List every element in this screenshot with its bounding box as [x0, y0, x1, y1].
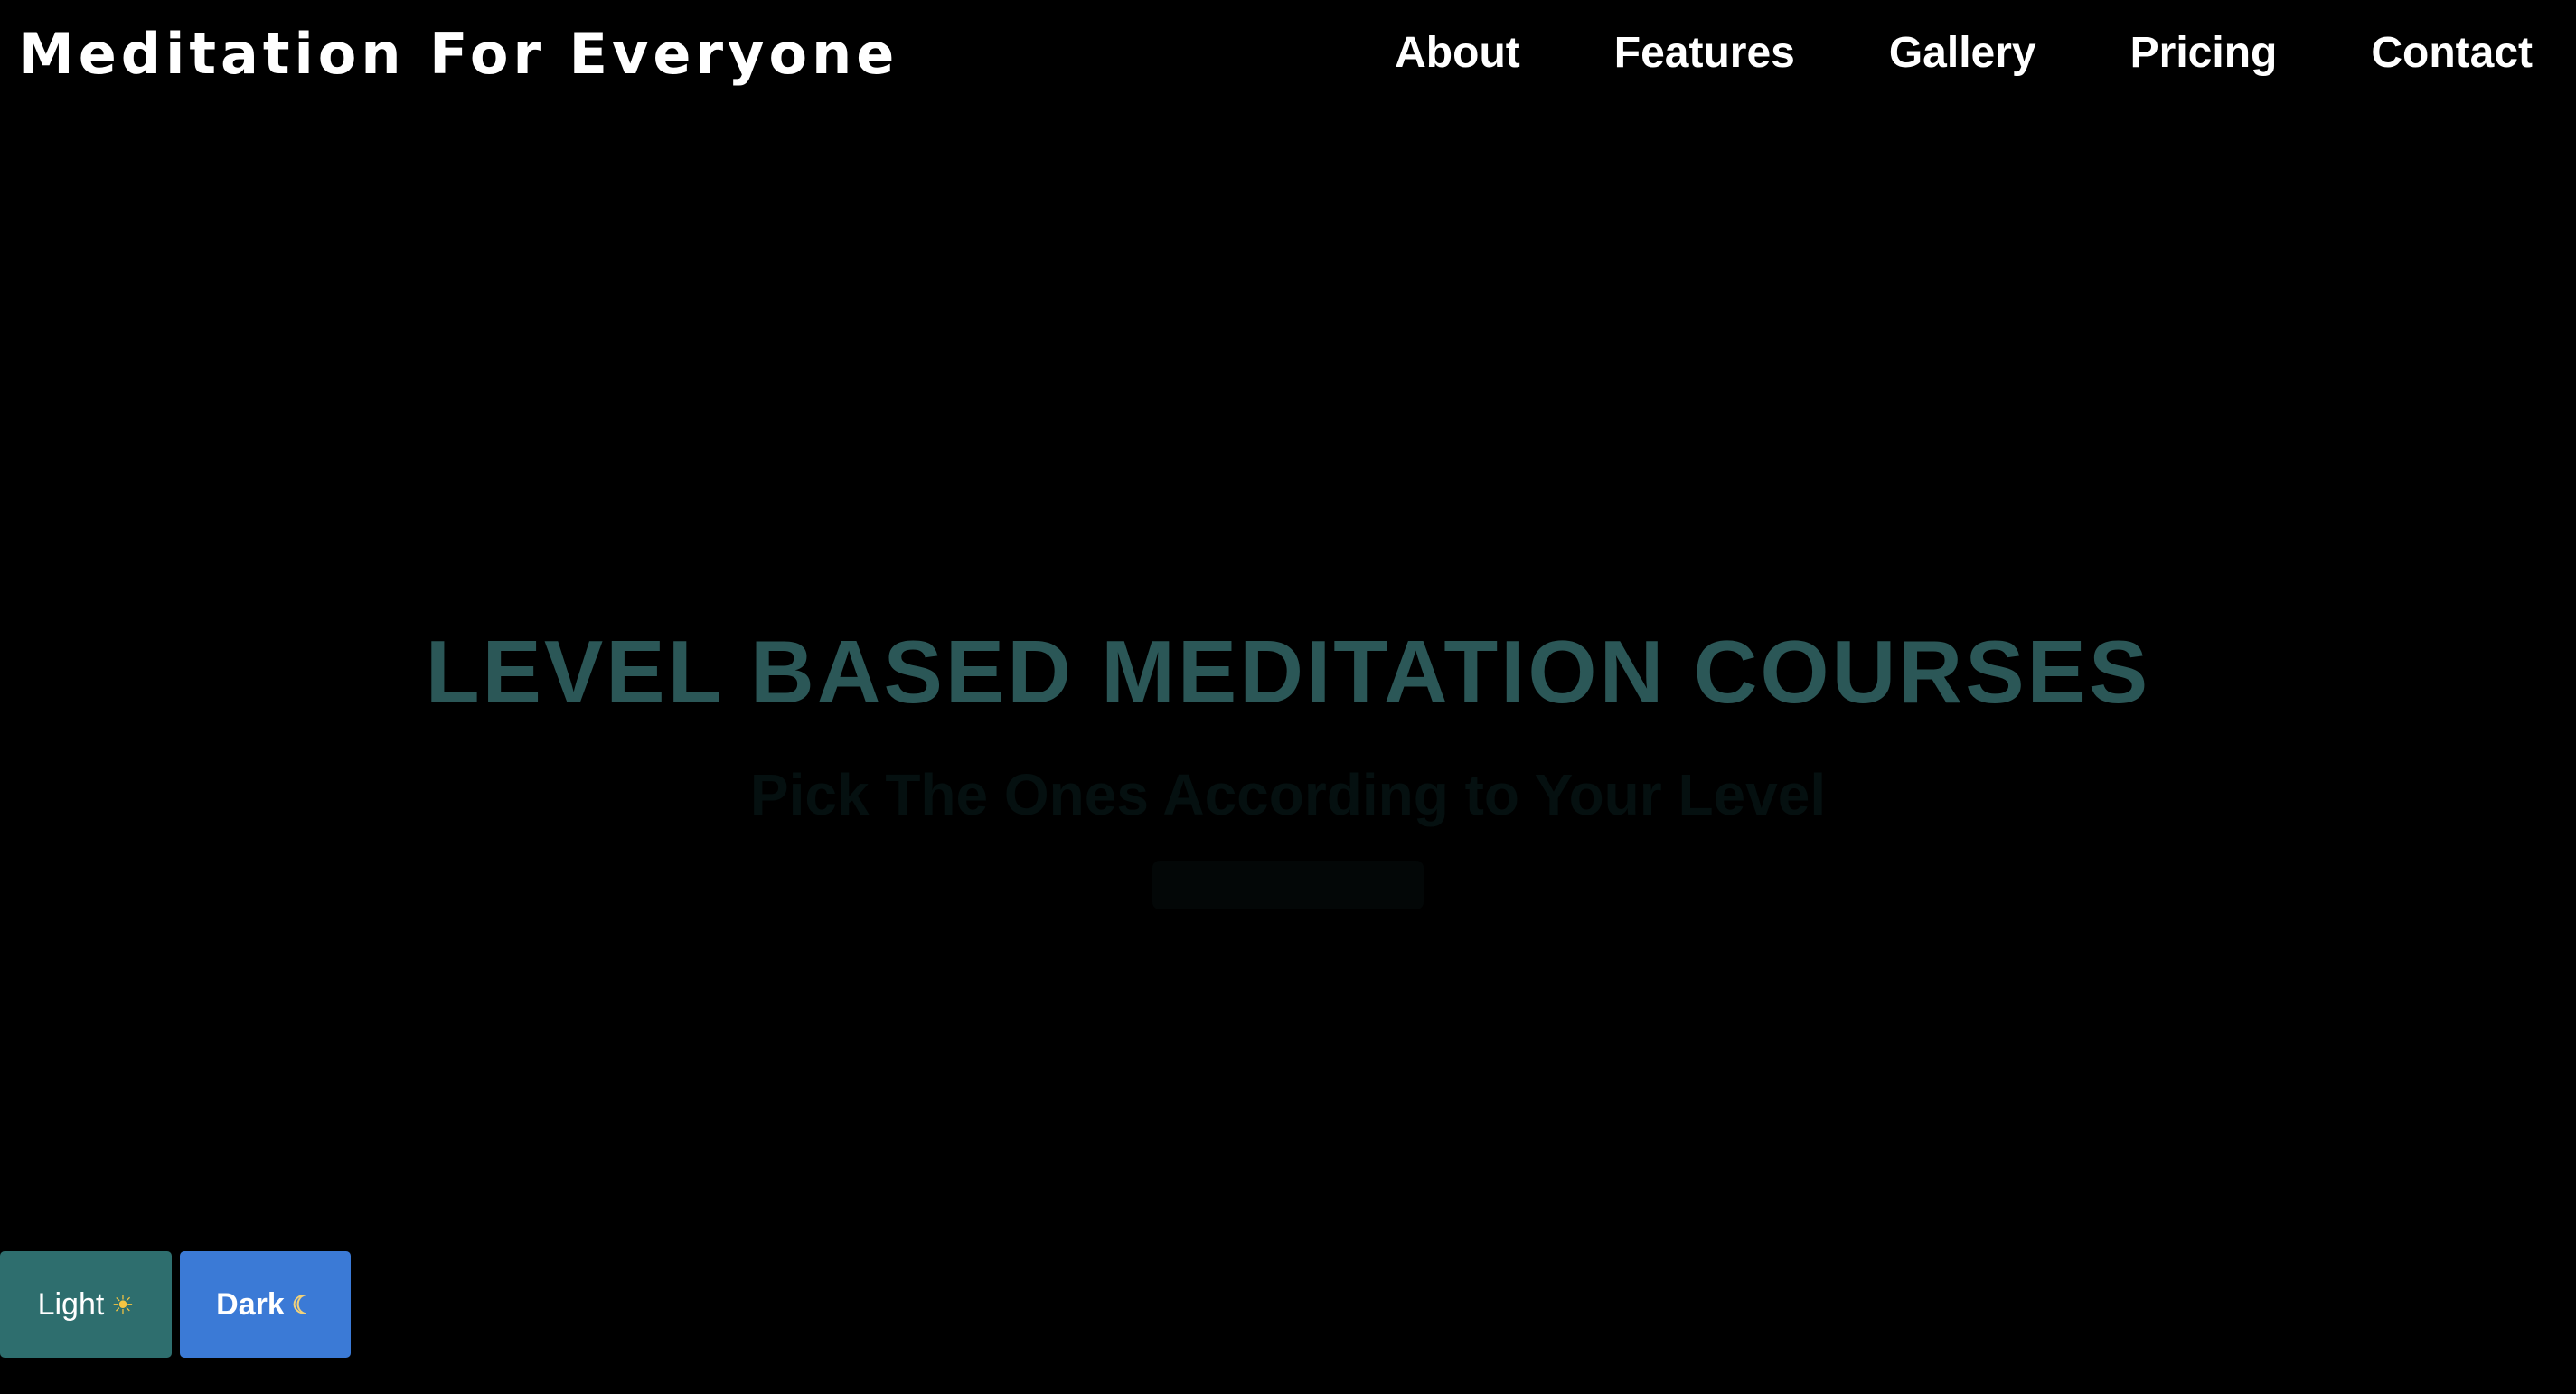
sun-icon: ☀	[111, 1290, 135, 1319]
hero-subtitle: Pick The Ones According to Your Level	[749, 762, 1827, 827]
light-theme-button[interactable]: Light ☀	[0, 1251, 172, 1358]
hero-cta-button[interactable]	[1152, 861, 1424, 909]
site-title[interactable]: Meditation For Everyone	[18, 20, 898, 89]
hero-title: LEVEL BASED MEDITATION COURSES	[425, 622, 2151, 721]
moon-icon: ☾	[291, 1290, 315, 1319]
nav-link-contact[interactable]: Contact	[2371, 24, 2533, 83]
nav-link-gallery[interactable]: Gallery	[1889, 24, 2036, 83]
light-theme-label: Light	[37, 1286, 105, 1322]
dark-theme-button[interactable]: Dark ☾	[180, 1251, 351, 1358]
nav-link-features[interactable]: Features	[1614, 24, 1795, 83]
theme-switcher: Light ☀ Dark ☾	[0, 1251, 351, 1358]
nav-link-about[interactable]: About	[1395, 24, 1520, 83]
nav-link-pricing[interactable]: Pricing	[2130, 24, 2278, 83]
hero-section: LEVEL BASED MEDITATION COURSES Pick The …	[0, 615, 2576, 914]
main-nav: About Features Gallery Pricing Contact	[1395, 24, 2533, 83]
dark-theme-label: Dark	[216, 1286, 285, 1322]
